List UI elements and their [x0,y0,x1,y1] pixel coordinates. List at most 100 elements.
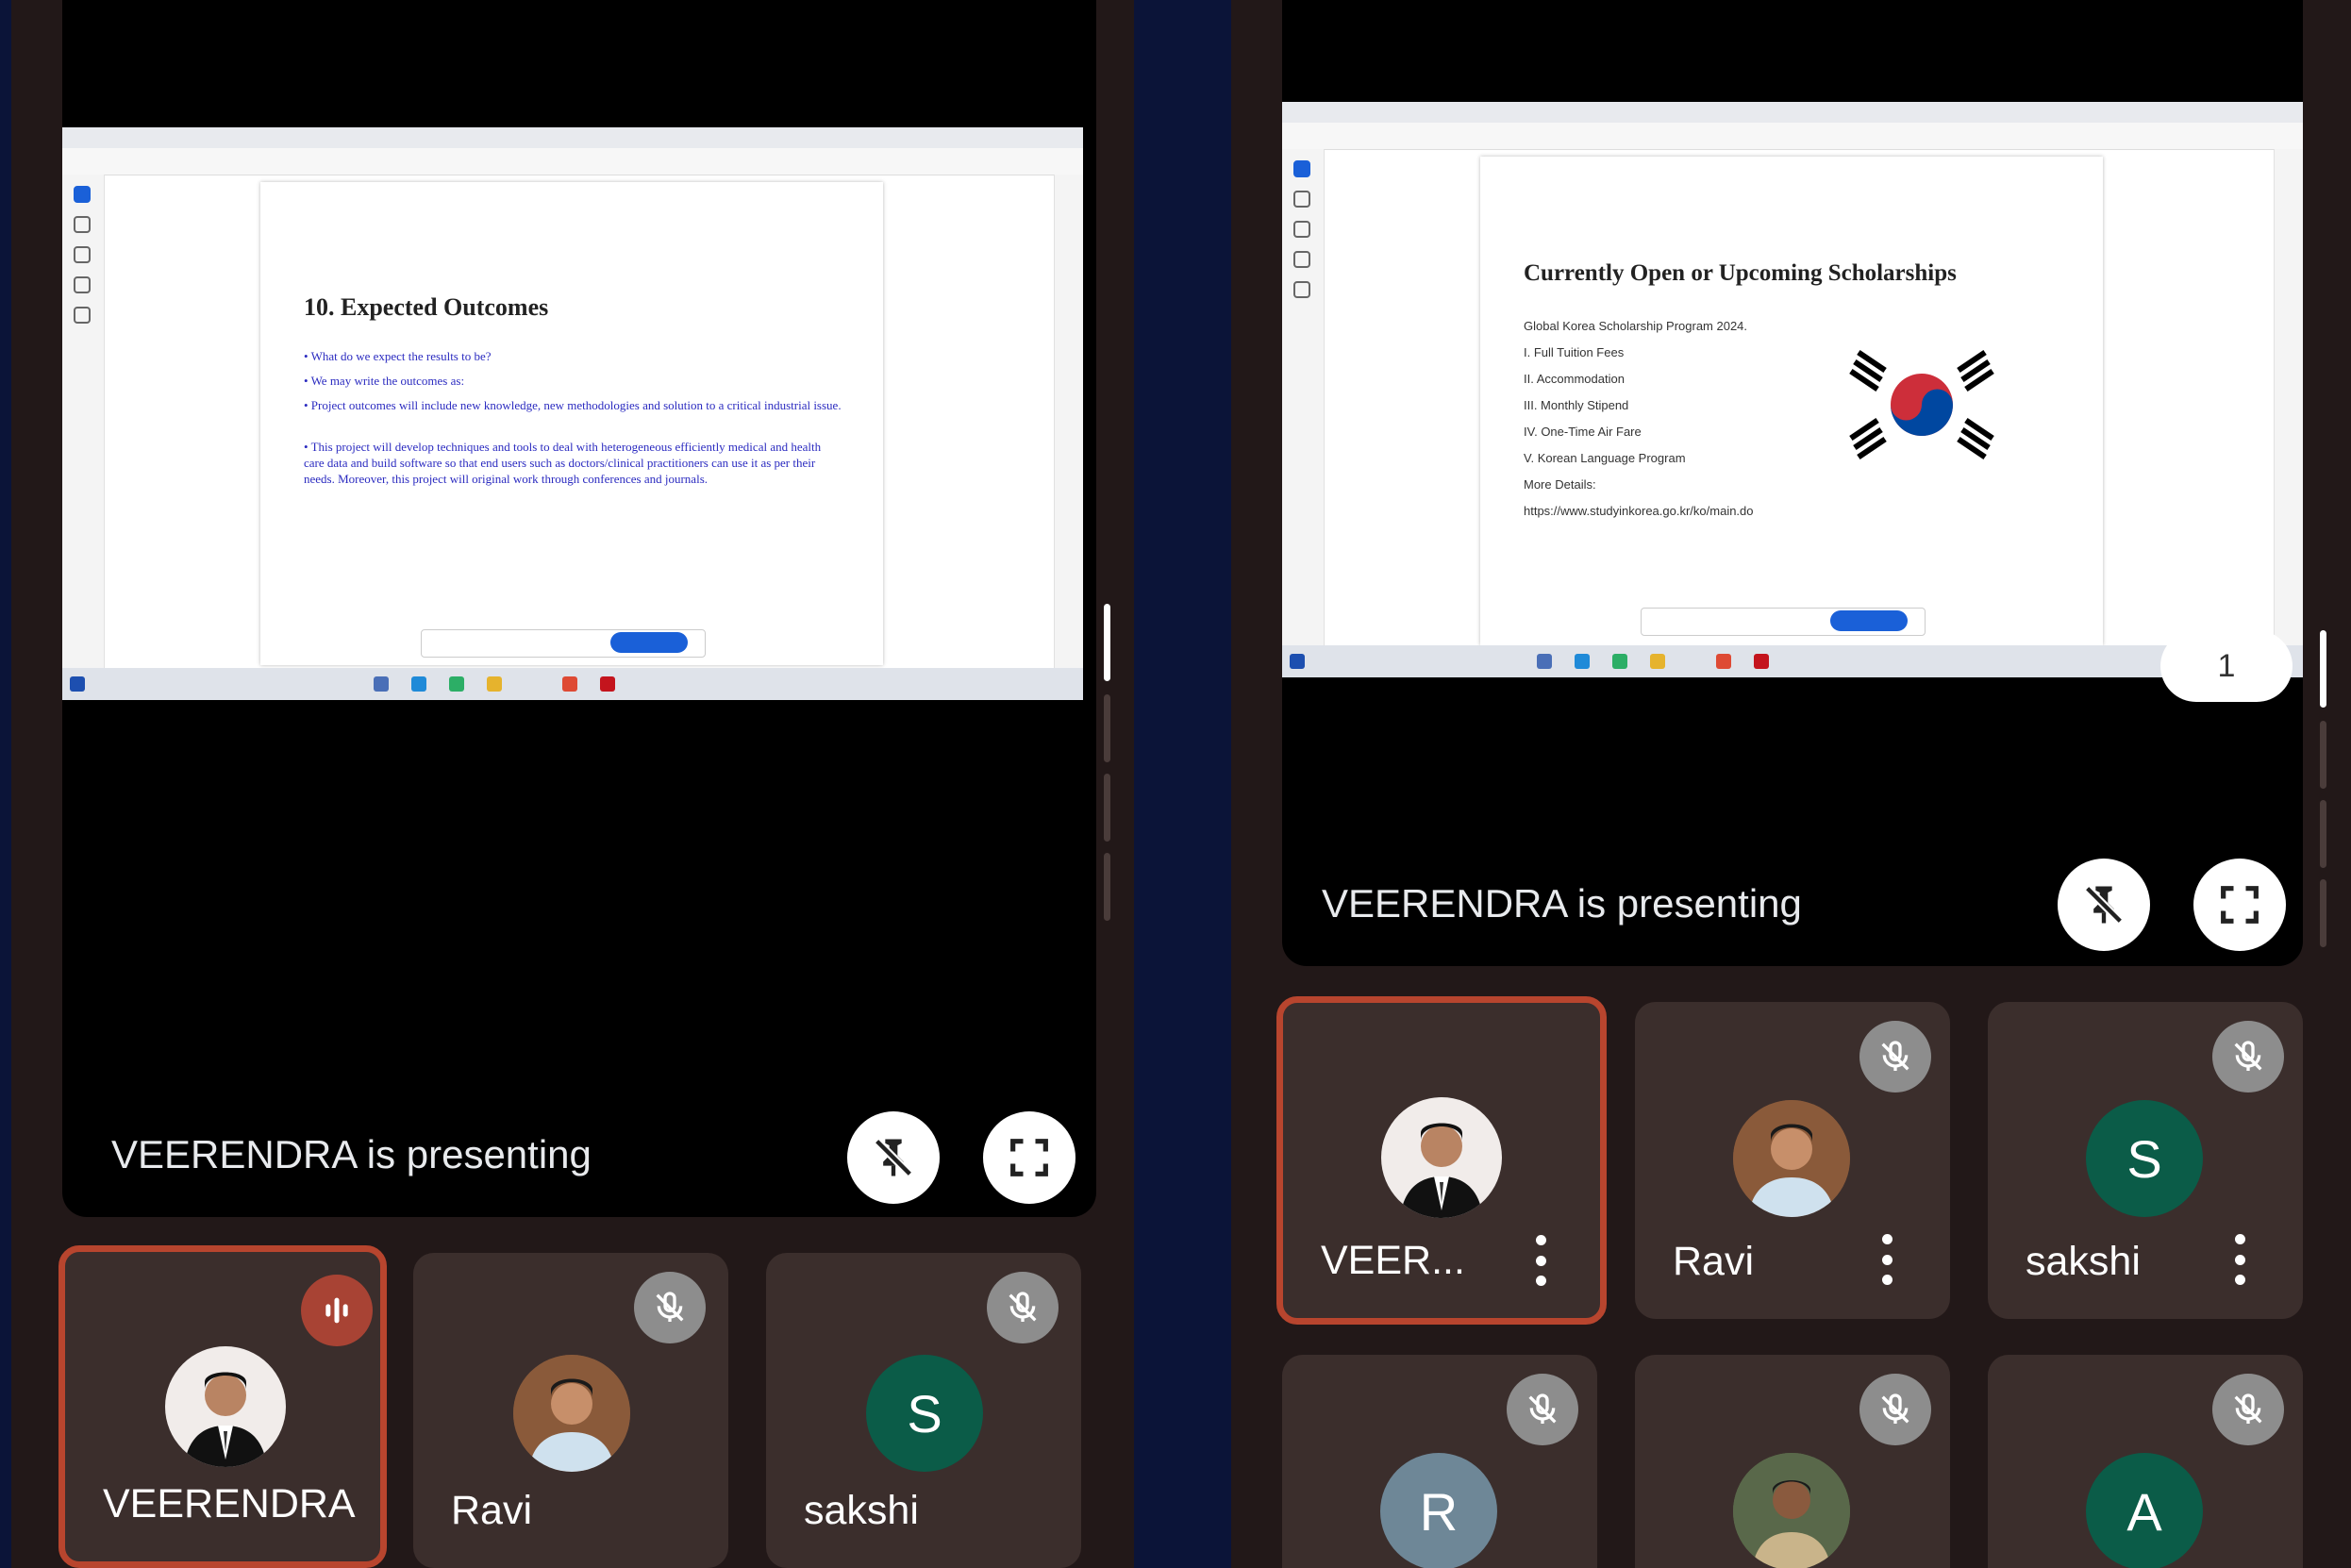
participant-name: sakshi [2026,1239,2141,1284]
scholarship-item: V. Korean Language Program [1524,451,1686,465]
screen-share-notice [1641,608,1926,636]
browser-titlebar [62,127,1083,148]
presenting-label: VEERENDRA is presenting [111,1132,592,1176]
taskbar-app-icon [1650,654,1665,669]
avatar-letter: S [866,1355,983,1472]
scroll-indicator-active[interactable] [1104,604,1110,681]
stop-sharing-pill[interactable] [1830,610,1908,631]
participant-name: Ravi [451,1488,533,1533]
participant-tile-sakshi[interactable]: S sakshi [1988,1002,2303,1319]
slide-bullet: • We may write the outcomes as: [304,374,465,388]
taskbar-app-icon [1754,654,1769,669]
taskbar-app-icon [1716,654,1731,669]
slide-subheading: Global Korea Scholarship Program 2024. [1524,319,1748,333]
participant-tile-veerendra[interactable]: VEER... [1276,996,1607,1325]
highlight-tool-icon [1293,251,1310,268]
fullscreen-icon [1010,1139,1048,1176]
participant-tile-veerendra[interactable]: VEERENDRA [58,1245,387,1568]
speaking-indicator [301,1275,373,1346]
mic-muted-indicator [1859,1374,1931,1445]
korea-flag-icon [1827,342,2016,468]
mic-off-icon [1881,1041,1909,1071]
more-details-label: More Details: [1524,477,1596,492]
person-photo-icon [1733,1100,1850,1217]
taskbar-app-icon [449,676,464,692]
browser-titlebar [1282,102,2303,123]
shared-screen[interactable]: 10. Expected Outcomes • What do we expec… [62,127,1083,700]
taskbar-app-icon [600,676,615,692]
windows-taskbar [1282,645,2303,677]
more-options-button[interactable] [2235,1234,2248,1285]
participant-name: Ravi [1673,1239,1755,1284]
avatar-letter: A [2086,1453,2203,1568]
stop-sharing-pill[interactable] [610,632,688,653]
more-vert-icon [1882,1254,1892,1265]
windows-taskbar [62,668,1083,700]
taskbar-app-icon [1537,654,1552,669]
fullscreen-button[interactable] [2193,859,2286,951]
unpin-button[interactable] [2058,859,2150,951]
draw-tool-icon [1293,221,1310,238]
more-options-button[interactable] [1536,1235,1549,1286]
avatar-letter: S [2086,1100,2203,1217]
participant-name: VEERENDRA [103,1481,356,1526]
mic-off-icon [2234,1393,2262,1424]
pdf-right-toolbar [2274,149,2303,645]
pdf-right-toolbar [1054,175,1083,668]
pin-off-icon [2084,885,2124,925]
scroll-indicator [2320,879,2326,947]
shared-screen[interactable]: Currently Open or Upcoming Scholarships … [1282,102,2303,677]
browser-menubar [1282,123,2303,150]
more-vert-icon [1536,1276,1546,1286]
participant-tile-r[interactable]: R [1282,1355,1597,1568]
more-vert-icon [2235,1254,2245,1265]
participant-tile-ravi[interactable]: Ravi [1635,1002,1950,1319]
zoom-tool-icon [74,216,91,233]
presentation-stage: 10. Expected Outcomes • What do we expec… [62,0,1096,1217]
avatar [1733,1100,1850,1217]
fullscreen-icon [2221,886,2259,924]
person-photo-icon [184,1372,267,1467]
more-options-button[interactable] [1882,1234,1895,1285]
mic-off-icon [1009,1292,1037,1322]
scroll-indicator-active[interactable] [2320,630,2326,708]
select-tool-icon [74,186,91,203]
more-vert-icon [2235,1234,2245,1244]
draw-tool-icon [74,246,91,263]
pin-off-icon [874,1138,913,1177]
participant-tile-a[interactable]: A [1988,1355,2303,1568]
participant-tile-photo[interactable] [1635,1355,1950,1568]
avatar [513,1355,630,1472]
fullscreen-button[interactable] [983,1111,1075,1204]
taskbar-app-icon [1575,654,1590,669]
participant-tile-ravi[interactable]: Ravi [413,1253,728,1568]
taskbar-app-icon [374,676,389,692]
mic-muted-indicator [2212,1374,2284,1445]
more-vert-icon [2235,1275,2245,1285]
mic-muted-indicator [987,1272,1059,1343]
slide-bullet: • What do we expect the results to be? [304,349,492,363]
browser-menubar [62,148,1083,175]
scroll-indicator [1104,853,1110,921]
pdf-left-toolbar [1282,149,1325,645]
avatar-letter: R [1380,1453,1497,1568]
participant-tile-sakshi[interactable]: S sakshi [766,1253,1081,1568]
avatar [165,1346,286,1467]
scroll-indicator [2320,800,2326,868]
text-tool-icon [74,307,91,324]
select-tool-icon [1293,160,1310,177]
slide-bullet: • This project will develop techniques a… [304,440,822,486]
taskbar-app-icon [487,676,502,692]
mic-muted-indicator [1507,1374,1578,1445]
taskbar-app-icon [411,676,426,692]
taskbar-app-icon [562,676,577,692]
unpin-button[interactable] [847,1111,940,1204]
scroll-indicator [1104,774,1110,842]
start-icon [1290,654,1305,669]
more-details-link[interactable]: https://www.studyinkorea.go.kr/ko/main.d… [1524,498,1754,525]
mic-muted-indicator [2212,1021,2284,1093]
pdf-page: 10. Expected Outcomes • What do we expec… [260,182,883,665]
screen-share-notice [421,629,706,658]
scroll-indicator [2320,721,2326,789]
speaking-icon [325,1297,348,1324]
